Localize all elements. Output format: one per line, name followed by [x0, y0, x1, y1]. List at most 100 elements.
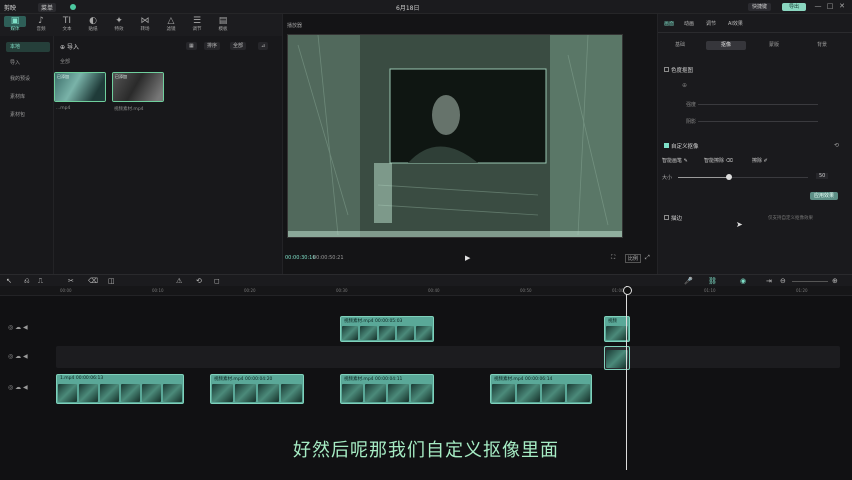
nav-item-pack[interactable]: 素材包: [6, 110, 50, 120]
tab-ai-effects[interactable]: AI效果: [728, 20, 743, 27]
erase-button[interactable]: 擦除 ✐: [752, 157, 768, 164]
shadow-slider[interactable]: [698, 121, 818, 122]
ratio-button[interactable]: 比例: [625, 254, 642, 263]
tab-effects[interactable]: ✦ 特效: [108, 16, 130, 36]
zoom-slider[interactable]: [792, 281, 828, 282]
video-preview[interactable]: [287, 34, 623, 238]
link-icon[interactable]: ⛓: [708, 277, 717, 285]
zoom-in-icon[interactable]: ⊕: [832, 277, 838, 285]
warning-icon[interactable]: ⚠: [176, 277, 182, 285]
sort-button[interactable]: 排序: [204, 42, 221, 50]
media-panel: ⊕ 导入 全部 ▦ 排序 全部 ⊿ 已添加 ...mp4 已添加 视频素材.mp…: [54, 36, 282, 274]
clip-name: 视频素材.mp4 00:00:04:11: [344, 377, 403, 382]
timeline-clip[interactable]: 视频素材.mp4 00:00:05:03: [340, 316, 434, 342]
nav-item-local[interactable]: 本地: [6, 42, 50, 52]
tab-text[interactable]: TI 文本: [56, 16, 78, 36]
nav-item-library[interactable]: 素材库: [6, 92, 50, 102]
timeline-clip[interactable]: 视频素材.mp4 00:00:04:11: [340, 374, 434, 404]
ruler-tick: 01:10: [704, 288, 716, 293]
track-controls-overlay[interactable]: ◎ ☁ ◀: [8, 324, 28, 331]
custom-cutout-section[interactable]: 自定义抠像: [664, 142, 699, 150]
smart-erase-button[interactable]: 智能擦除 ⌫: [704, 157, 733, 164]
snap-icon[interactable]: ◉: [740, 277, 746, 285]
reset-icon[interactable]: ⟲: [834, 142, 839, 149]
color-picker-icon[interactable]: ⊕: [682, 82, 687, 89]
tab-sticker[interactable]: ◐ 贴纸: [82, 16, 104, 36]
tab-label: 音频: [36, 27, 46, 32]
tab-adjust[interactable]: ☰ 调节: [186, 16, 208, 36]
tab-adjust[interactable]: 调节: [706, 20, 716, 27]
maximize-icon[interactable]: □: [826, 2, 834, 10]
timeline-clip[interactable]: 视频素材.mp4 00:00:04:20: [210, 374, 304, 404]
size-value[interactable]: 50: [816, 173, 829, 179]
edge-section[interactable]: 描边: [664, 214, 682, 222]
subtab-mask[interactable]: 蒙版: [754, 41, 794, 50]
adjust-icon: ☰: [192, 16, 202, 26]
filter-icon[interactable]: ⊿: [258, 42, 269, 50]
subtab-cutout[interactable]: 抠像: [706, 41, 746, 50]
subtab-background[interactable]: 背景: [802, 41, 842, 50]
import-button[interactable]: ⊕ 导入: [60, 42, 79, 51]
crop-icon[interactable]: ◻: [214, 277, 220, 285]
custom-checkbox[interactable]: [664, 143, 669, 148]
minimize-icon[interactable]: —: [814, 2, 822, 10]
mic-icon[interactable]: 🎤: [684, 277, 693, 285]
edge-checkbox[interactable]: [664, 215, 669, 220]
apply-button[interactable]: 应用效果: [810, 192, 839, 200]
track-controls-overlay-2[interactable]: ◎ ☁ ◀: [8, 353, 28, 360]
split-icon[interactable]: ✂: [68, 277, 74, 285]
nav-item-import[interactable]: 导入: [6, 58, 50, 68]
export-button[interactable]: 导出: [782, 3, 806, 11]
video-subtitle: 好然后呢那我们自定义抠像里面: [293, 440, 559, 461]
tab-audio[interactable]: ♪ 音频: [30, 16, 52, 36]
strength-slider[interactable]: [698, 104, 818, 105]
delete-icon[interactable]: ⌫: [88, 277, 98, 285]
section-label: 全部: [60, 59, 71, 65]
tab-media[interactable]: ▣ 媒体: [4, 16, 26, 36]
chroma-checkbox[interactable]: [664, 67, 669, 72]
media-thumb[interactable]: 已添加: [112, 72, 164, 102]
ruler-tick: 00:50: [520, 288, 532, 293]
media-thumb[interactable]: 已添加: [54, 72, 106, 102]
fullscreen-icon[interactable]: ⤢: [645, 254, 650, 262]
clip-name: 视频: [608, 319, 617, 324]
undo-icon[interactable]: ⎌: [24, 277, 30, 286]
filter-button[interactable]: 全部: [230, 42, 247, 50]
tab-transition[interactable]: ⋈ 转场: [134, 16, 156, 36]
nav-item-presets[interactable]: 我的预设: [6, 74, 50, 84]
chroma-key-section[interactable]: 色度抠图: [664, 66, 693, 74]
align-icon[interactable]: ⇥: [766, 277, 772, 285]
tab-label: 文本: [62, 27, 72, 32]
track-controls-main[interactable]: ◎ ☁ ◀: [8, 384, 28, 391]
tool-label: 擦除: [752, 158, 763, 164]
import-label: 导入: [66, 44, 79, 51]
fit-icon[interactable]: ⛶: [611, 254, 615, 262]
timeline-clip[interactable]: 视频素材.mp4 00:00:06:14: [490, 374, 592, 404]
play-icon[interactable]: ▶: [465, 254, 470, 262]
added-tag: 已添加: [57, 74, 69, 79]
rotate-icon[interactable]: ⟲: [196, 277, 202, 285]
tab-picture[interactable]: 画面: [664, 20, 674, 27]
menu-button[interactable]: 菜单: [38, 3, 57, 12]
select-tool-icon[interactable]: ↖: [6, 277, 12, 285]
ruler-tick: 01:00: [612, 288, 624, 293]
thumb-label: ...mp4: [56, 106, 71, 111]
subtab-basic[interactable]: 基础: [660, 41, 700, 50]
view-toggle-icon[interactable]: ▦: [186, 42, 197, 50]
chroma-label: 色度抠图: [671, 68, 694, 74]
smart-brush-button[interactable]: 智能画笔 ✎: [662, 157, 688, 164]
shadow-label: 阴影: [686, 119, 697, 125]
shortcut-button[interactable]: 快捷键: [748, 3, 772, 11]
tab-filter[interactable]: △ 滤镜: [160, 16, 182, 36]
size-slider[interactable]: [678, 177, 808, 178]
tab-template[interactable]: ▤ 模板: [212, 16, 234, 36]
zoom-out-icon[interactable]: ⊖: [780, 277, 786, 285]
freeze-icon[interactable]: ◫: [108, 277, 115, 285]
timeline-ruler[interactable]: 00:00 00:10 00:20 00:30 00:40 00:50 01:0…: [0, 286, 852, 296]
close-icon[interactable]: ✕: [838, 2, 846, 10]
timeline-clip[interactable]: 1.mp4 00:00:06:13: [56, 374, 184, 404]
redo-icon[interactable]: ⎍: [38, 277, 43, 286]
size-slider-knob[interactable]: [726, 174, 732, 180]
thumb-label: 视频素材.mp4: [114, 107, 144, 112]
tab-animation[interactable]: 动画: [684, 20, 694, 27]
